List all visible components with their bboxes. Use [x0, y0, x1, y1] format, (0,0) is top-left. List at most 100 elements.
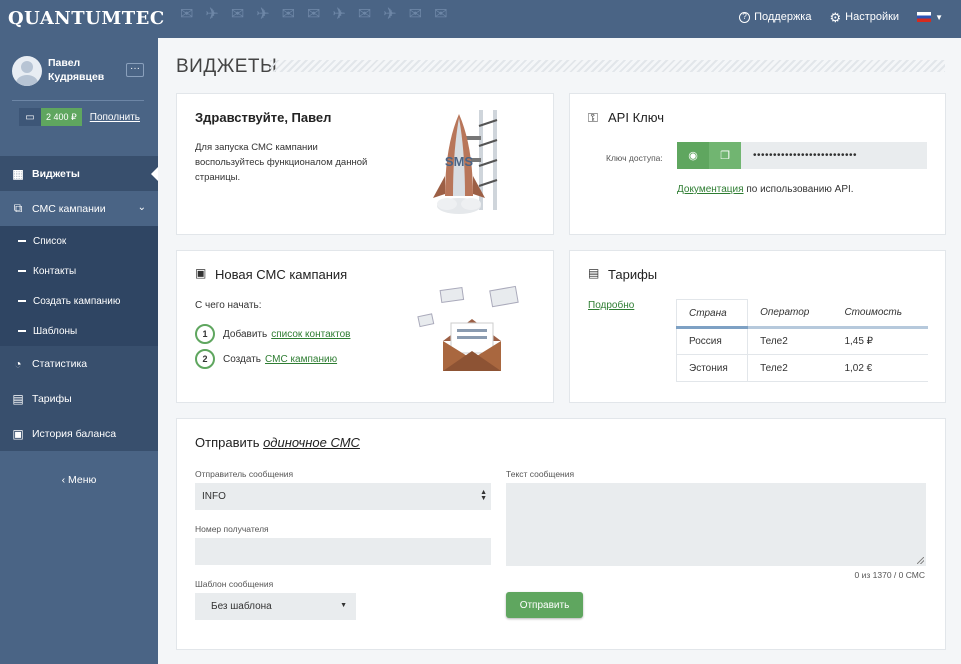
column-header: Страна [675, 299, 749, 329]
sender-label: Отправитель сообщения [195, 469, 294, 479]
sidebar-subitem-label: Список [33, 235, 67, 247]
column-header: Оператор [747, 299, 833, 329]
chevron-down-icon: ▼ [935, 12, 943, 22]
sender-value: INFO [202, 491, 226, 502]
table-cell: Эстония [675, 354, 749, 382]
top-nav: ? Поддержка ⚙ Настройки ▼ [739, 11, 943, 24]
select-arrows-icon: ▲ ▼ [480, 489, 487, 502]
sidebar-menu: ▦ Виджеты ⧉ СМС кампании ⌄ Список Контак… [0, 156, 159, 451]
welcome-card: Здравствуйте, Павел Для запуска СМС камп… [176, 93, 554, 235]
user-menu-button[interactable]: ··· [126, 63, 144, 77]
resize-handle-icon[interactable] [917, 557, 924, 564]
step-number: 1 [195, 324, 215, 344]
sidebar-subitem-list[interactable]: Список [0, 226, 158, 256]
sidebar-item-widgets[interactable]: ▦ Виджеты [0, 156, 159, 191]
step-text: Добавить [223, 328, 268, 340]
welcome-title: Здравствуйте, Павел [195, 110, 332, 125]
sidebar-item-label: Статистика [32, 357, 88, 370]
menu-collapse-button[interactable]: ‹ Меню [0, 474, 158, 486]
tariffs-table: Страна Оператор Стоимость Россия Теле2 1… [675, 299, 928, 382]
support-label: Поддержка [754, 11, 812, 23]
widgets-icon: ▦ [12, 166, 24, 181]
settings-link[interactable]: ⚙ Настройки [829, 11, 899, 24]
brand-logo[interactable]: QUANTUMTEC [8, 8, 165, 29]
envelope-illustration [417, 285, 519, 371]
table-header: Страна Оператор Стоимость [675, 299, 928, 329]
balance-amount: 2 400 ₽ [41, 108, 82, 126]
menu-collapse-label: Меню [68, 474, 97, 486]
user-name: Павел Кудрявцев [48, 56, 104, 84]
recipient-input[interactable] [195, 538, 491, 565]
api-key-field[interactable]: •••••••••••••••••••••••••• [741, 142, 927, 169]
rocket-illustration: SMS [433, 110, 498, 214]
column-header: Стоимость [832, 299, 928, 329]
language-select[interactable]: ▼ [917, 12, 943, 22]
chevron-down-icon: ▼ [340, 602, 347, 609]
sidebar-submenu: Список Контакты Создать кампанию Шаблоны [0, 226, 158, 346]
api-doc-link[interactable]: Документация [677, 184, 744, 195]
add-contacts-link[interactable]: список контактов [271, 329, 350, 340]
campaign-step-1: 1 Добавить список контактов [195, 324, 350, 344]
avatar[interactable] [12, 56, 42, 86]
message-label: Текст сообщения [506, 469, 575, 479]
sidebar-item-label: История баланса [32, 427, 117, 440]
pie-chart-icon: ◔ [14, 356, 22, 371]
template-select[interactable]: Без шаблона ▼ [195, 593, 356, 620]
sidebar-item-label: Тарифы [32, 392, 72, 405]
send-title-link[interactable]: одиночное СМС [263, 435, 360, 450]
tariffs-icon: ▤ [588, 266, 600, 280]
sidebar-item-sms-campaigns[interactable]: ⧉ СМС кампании ⌄ [0, 191, 158, 226]
campaign-start-label: С чего начать: [195, 300, 262, 311]
sender-select[interactable]: INFO ▲ ▼ [195, 483, 491, 510]
chevron-down-icon: ⌄ [137, 202, 146, 213]
table-cell: Россия [675, 327, 749, 355]
balance-history-icon: ▣ [12, 426, 24, 441]
message-textarea[interactable] [506, 483, 926, 566]
tariffs-card: ▤ Тарифы Подробно Страна Оператор Стоимо… [569, 250, 946, 403]
dash-icon [18, 270, 26, 272]
send-sms-card: Отправить одиночное СМС Отправитель сооб… [176, 418, 946, 650]
table-cell: 1,45 ₽ [832, 327, 928, 355]
template-label: Шаблон сообщения [195, 579, 274, 589]
tariffs-more-link[interactable]: Подробно [588, 300, 634, 311]
sidebar-subitem-label: Шаблоны [33, 325, 78, 337]
api-key-card: ⚿ API Ключ Ключ доступа: ◉ ❐ •••••••••••… [569, 93, 946, 235]
eye-icon: ◉ [688, 150, 698, 162]
title-decoration [270, 60, 945, 72]
sidebar-subitem-label: Создать кампанию [33, 295, 121, 307]
table-row: Россия Теле2 1,45 ₽ [675, 327, 928, 355]
send-button[interactable]: Отправить [506, 592, 583, 618]
step-text: Создать [223, 353, 262, 365]
api-doc-rest: по использованию API. [743, 184, 854, 195]
user-last-name: Кудрявцев [48, 71, 105, 83]
wallet-icon: ▭ [19, 108, 41, 126]
sidebar-subitem-label: Контакты [33, 265, 77, 277]
sms-icon: ▣ [195, 266, 207, 280]
welcome-text: Для запуска СМС кампании воспользуйтесь … [195, 142, 368, 183]
sidebar-item-balance-history[interactable]: ▣ История баланса [0, 416, 158, 451]
new-campaign-card: ▣ Новая СМС кампания С чего начать: 1 До… [176, 250, 554, 403]
rocket-text: SMS [445, 154, 474, 169]
recipient-label: Номер получателя [195, 524, 269, 534]
key-icon: ⚿ [588, 110, 598, 125]
table-cell: 1,02 € [832, 354, 928, 382]
template-value: Без шаблона [211, 601, 272, 612]
dash-icon [18, 240, 26, 242]
sidebar-item-tariffs[interactable]: ▤ Тарифы [0, 381, 158, 416]
send-sms-title: Отправить одиночное СМС [195, 435, 360, 450]
sidebar-subitem-templates[interactable]: Шаблоны [0, 316, 158, 346]
show-key-button[interactable]: ◉ [677, 142, 709, 169]
tariffs-title: Тарифы [608, 267, 658, 282]
help-icon: ? [739, 11, 751, 23]
sidebar-item-statistics[interactable]: ◔ Статистика [0, 346, 158, 381]
topup-link[interactable]: Пополнить [90, 112, 140, 123]
api-doc-text: Документация по использованию API. [677, 184, 854, 195]
sidebar-subitem-contacts[interactable]: Контакты [0, 256, 158, 286]
sidebar-subitem-create-campaign[interactable]: Создать кампанию [0, 286, 158, 316]
copy-key-button[interactable]: ❐ [709, 142, 741, 169]
support-link[interactable]: ? Поддержка [739, 11, 811, 23]
create-campaign-link[interactable]: СМС кампанию [265, 354, 337, 365]
api-title: API Ключ [608, 110, 664, 125]
user-first-name: Павел [48, 57, 81, 69]
message-counter: 0 из 1370 / 0 СМС [854, 570, 925, 580]
